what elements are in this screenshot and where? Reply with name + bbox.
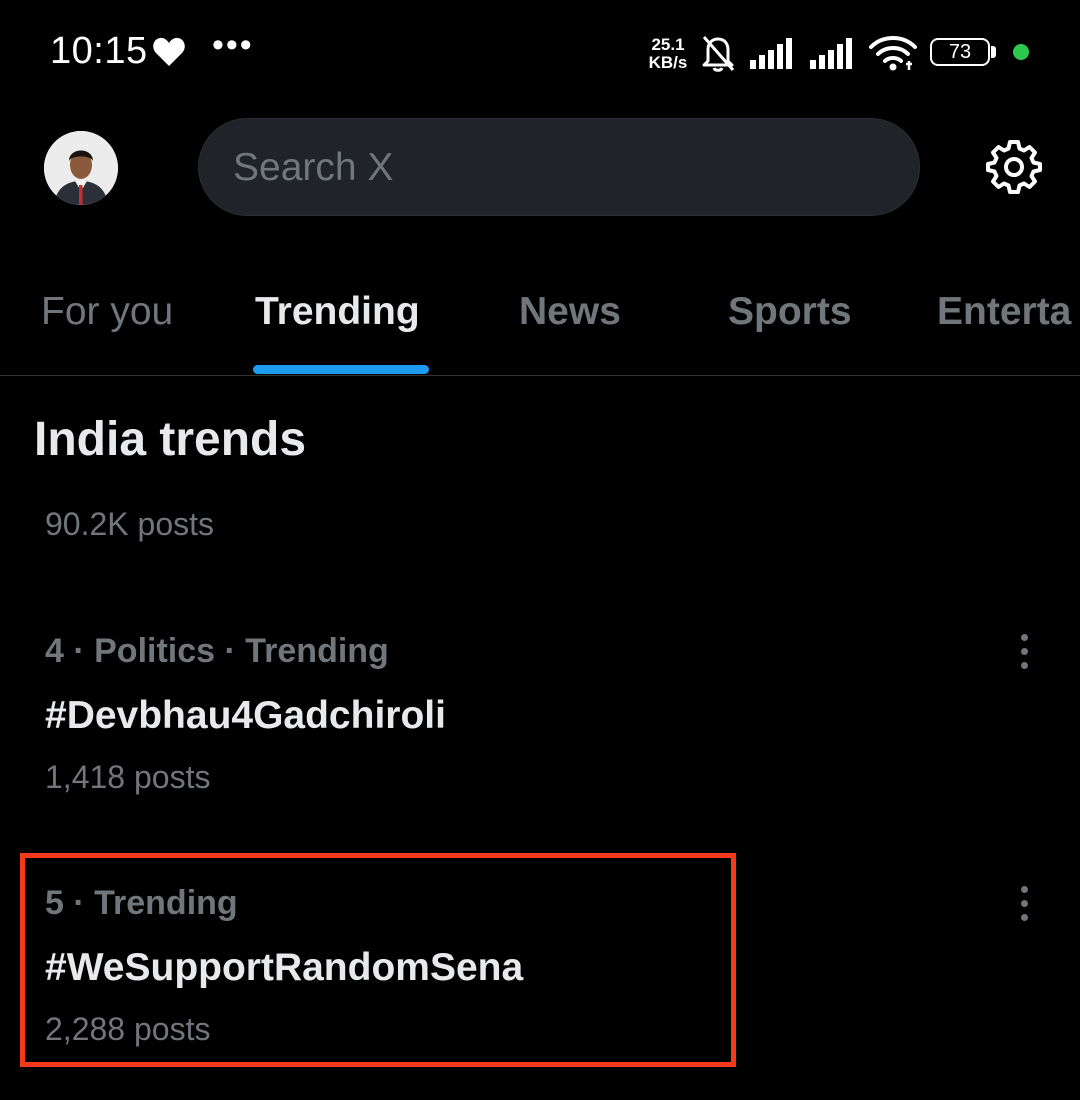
more-options-icon[interactable] xyxy=(1012,884,1038,924)
battery-cap xyxy=(991,46,996,58)
network-speed: 25.1 KB/s xyxy=(645,36,691,72)
wifi-icon xyxy=(869,36,917,71)
active-tab-indicator xyxy=(253,365,429,374)
status-bar: 10:15 ••• 25.1 KB/s 73 xyxy=(0,0,1080,100)
tab-trending[interactable]: Trending xyxy=(255,290,420,334)
more-dots-icon: ••• xyxy=(212,26,254,64)
speed-value: 25.1 xyxy=(651,35,685,54)
trend-name[interactable]: #Devbhau4Gadchiroli xyxy=(45,694,446,738)
highlight-box xyxy=(20,853,736,1067)
dot-indicator xyxy=(1013,44,1029,60)
trend-post-count: 1,418 posts xyxy=(45,759,211,795)
battery-level: 73 xyxy=(948,41,972,63)
signal-icon xyxy=(750,38,792,69)
tab-sports[interactable]: Sports xyxy=(728,290,852,334)
more-options-icon[interactable] xyxy=(1012,632,1038,672)
gear-icon[interactable] xyxy=(985,138,1043,196)
section-title: India trends xyxy=(34,413,307,466)
trend-meta: 4 · Politics · Trending xyxy=(45,632,389,670)
tab-news[interactable]: News xyxy=(519,290,621,334)
status-time: 10:15 xyxy=(50,30,148,72)
speed-unit: KB/s xyxy=(648,53,688,72)
tabs-divider xyxy=(0,375,1080,376)
bell-off-icon xyxy=(702,36,735,72)
tab-for-you[interactable]: For you xyxy=(41,290,173,334)
search-bar[interactable] xyxy=(198,118,920,217)
tab-entertainment[interactable]: Enterta xyxy=(937,290,1071,334)
heart-icon xyxy=(153,37,185,66)
signal-icon xyxy=(810,38,852,69)
avatar[interactable] xyxy=(44,131,118,205)
search-input[interactable] xyxy=(231,119,875,217)
avatar-image xyxy=(44,131,118,205)
trend-post-count: 90.2K posts xyxy=(45,506,214,542)
